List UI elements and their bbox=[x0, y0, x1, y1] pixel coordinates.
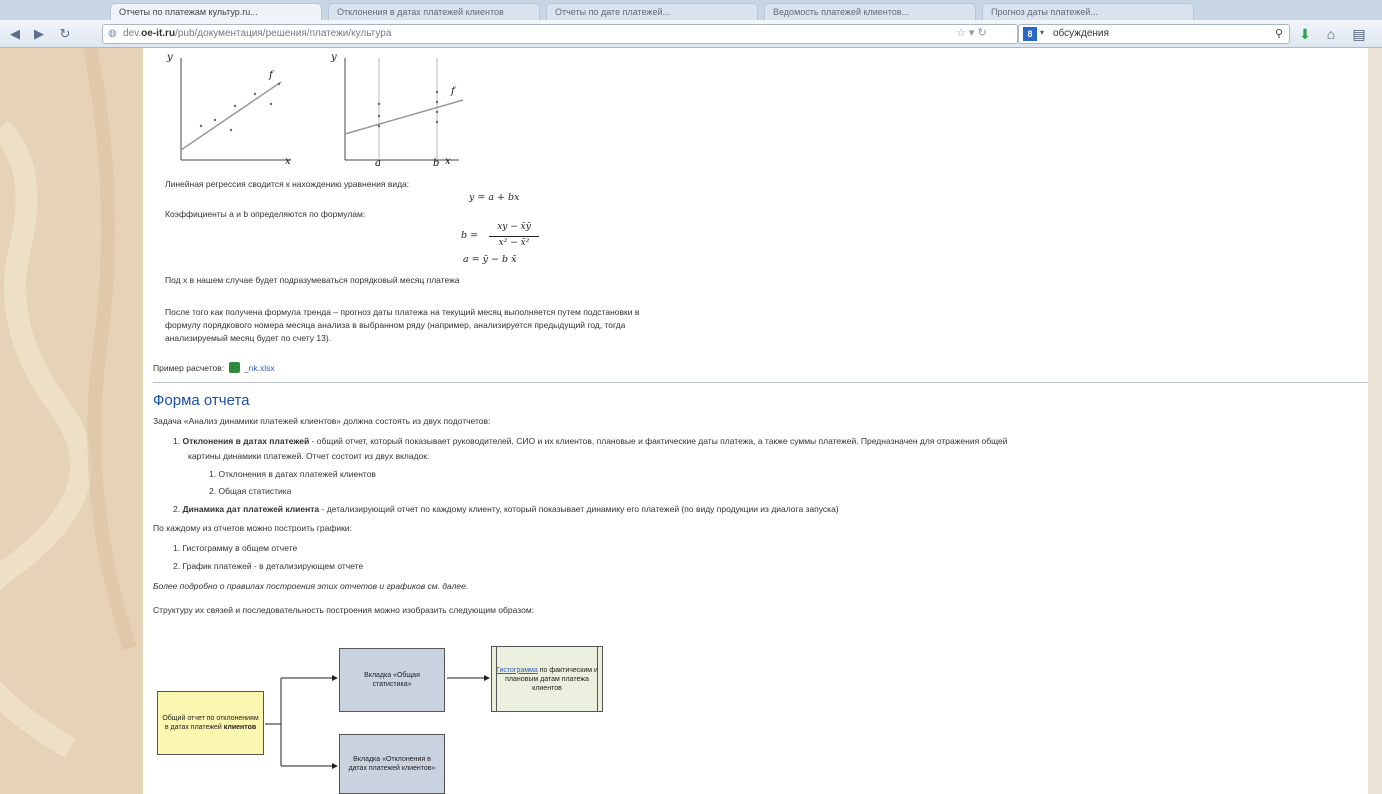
home-icon[interactable]: ⌂ bbox=[1322, 25, 1340, 43]
address-bar[interactable]: ◍ dev.oe-it.ru/pub/документация/решения/… bbox=[102, 24, 1018, 44]
browser-tab[interactable]: Отчеты по дате платежей... bbox=[546, 3, 758, 20]
browser-tab[interactable]: Отчеты по платежам культур.ru... bbox=[110, 3, 322, 20]
axis-label-y: y bbox=[167, 52, 173, 63]
axis-label-b: b bbox=[433, 158, 440, 169]
diagram-box-general-report: Общий отчет по отклонениям в датах плате… bbox=[157, 691, 264, 755]
list-item: 2. График платежей - в детализирующем от… bbox=[173, 561, 364, 571]
formula-b-denominator: x² − x̄² bbox=[498, 238, 530, 248]
browser-tab[interactable]: Прогноз даты платежей... bbox=[982, 3, 1194, 20]
browser-tab[interactable]: Отклонения в датах платежей клиентов bbox=[328, 3, 540, 20]
list-item: 2. Динамика дат платежей клиента - детал… bbox=[173, 504, 839, 514]
url-domain: oe-it.ru bbox=[141, 28, 176, 39]
article-content: y f x y f a b x Линейная регрессия своди… bbox=[143, 48, 1368, 794]
section-title: Форма отчета bbox=[153, 392, 250, 409]
search-bar[interactable]: 8 ▾ обсуждения ⚲ bbox=[1018, 24, 1290, 44]
example-row: Пример расчетов: _nk.xlsx bbox=[153, 362, 275, 375]
site-identity-icon[interactable]: ◍ bbox=[108, 28, 117, 39]
scrollbar[interactable] bbox=[1368, 48, 1382, 794]
forecast-text-line: После того как получена формула тренда –… bbox=[165, 307, 640, 317]
report-name-dynamics: Динамика дат платежей клиента bbox=[182, 504, 320, 514]
list-item: 1. Гистограмму в общем отчете bbox=[173, 543, 298, 553]
excel-file-icon[interactable] bbox=[228, 362, 240, 373]
forward-icon[interactable]: ▶ bbox=[30, 25, 48, 43]
diagram-box-stats-tab: Вкладка «Общая статистика» bbox=[339, 648, 445, 712]
axis-label-y: y bbox=[331, 52, 337, 63]
search-icon[interactable]: ⚲ bbox=[1275, 27, 1283, 40]
formula-main: y = a + bx bbox=[469, 192, 520, 203]
formula-a: a = ȳ − b x̄ bbox=[463, 254, 517, 265]
forecast-text-line: формулу порядкового номера месяца анализ… bbox=[165, 320, 626, 330]
fraction-bar bbox=[489, 236, 539, 237]
more-info-note: Более подробно о правилах построения эти… bbox=[153, 581, 469, 591]
diagram-box-histogram: Гистограмма по фактическим и плановым да… bbox=[491, 646, 603, 712]
search-engine-icon[interactable]: 8 bbox=[1023, 27, 1037, 41]
url-path: /pub/документация/решения/платежи/культу… bbox=[175, 28, 392, 39]
navigation-toolbar: ◀ ▶ ↻ ◍ dev.oe-it.ru/pub/документация/ре… bbox=[0, 20, 1382, 48]
report-name-deviations: Отклонения в датах платежей bbox=[182, 436, 310, 446]
axis-label-x: x bbox=[445, 156, 451, 167]
search-input[interactable]: обсуждения bbox=[1053, 28, 1109, 39]
list-item: 2. Общая статистика bbox=[209, 486, 292, 496]
structure-intro: Структуру их связей и последовательность… bbox=[153, 605, 535, 615]
list-item: 1. Отклонения в датах платежей клиентов bbox=[209, 469, 376, 479]
function-label: f bbox=[269, 70, 273, 81]
formula-b-numerator: xy − x̄ȳ bbox=[497, 222, 531, 232]
charts-intro: По каждому из отчетов можно построить гр… bbox=[153, 523, 352, 533]
section-divider bbox=[153, 382, 1368, 383]
forecast-text-line: анализируемый месяц будет по счету 13). bbox=[165, 333, 332, 343]
regression-intro: Линейная регрессия сводится к нахождению… bbox=[165, 179, 410, 189]
reload-icon[interactable]: ↻ bbox=[56, 25, 74, 43]
url-prefix: dev. bbox=[123, 28, 142, 39]
bookmarks-sidebar-icon[interactable]: ▤ bbox=[1350, 25, 1368, 43]
list-item: 1. Отклонения в датах платежей - общий о… bbox=[173, 436, 1008, 446]
chevron-down-icon: ▾ bbox=[1040, 28, 1045, 37]
histogram-link[interactable]: Гистограмма bbox=[496, 667, 538, 674]
example-label: Пример расчетов: bbox=[153, 363, 225, 373]
browser-tab[interactable]: Ведомость платежей клиентов... bbox=[764, 3, 976, 20]
list-item-continuation: картины динамики платежей. Отчет состоит… bbox=[188, 451, 430, 461]
axis-label-x: x bbox=[285, 156, 291, 167]
back-icon[interactable]: ◀ bbox=[6, 25, 24, 43]
background-decoration bbox=[0, 48, 143, 794]
download-icon[interactable]: ⬇ bbox=[1296, 25, 1314, 43]
regression-graph-1 bbox=[180, 58, 291, 161]
function-label: f bbox=[451, 86, 455, 97]
axis-label-a: a bbox=[375, 158, 381, 169]
tab-strip: Отчеты по платежам культур.ru... Отклоне… bbox=[0, 0, 1382, 20]
diagram-box-deviation-tab: Вкладка «Отклонения в датах платежей кли… bbox=[339, 734, 445, 794]
bookmark-star-icon[interactable]: ☆ ▾ ↻ bbox=[956, 26, 987, 39]
x-note: Под x в нашем случае будет подразумевать… bbox=[165, 275, 460, 285]
formula-b-label: b = bbox=[461, 230, 479, 241]
coefficient-intro: Коэффициенты a и b определяются по форму… bbox=[165, 209, 366, 219]
example-file-link[interactable]: _nk.xlsx bbox=[244, 363, 275, 373]
task-intro: Задача «Анализ динамики платежей клиенто… bbox=[153, 416, 491, 426]
